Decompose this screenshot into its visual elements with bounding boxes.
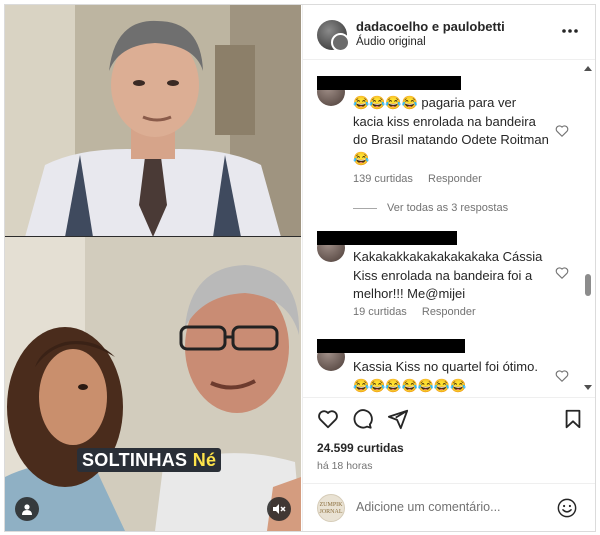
more-options-icon[interactable]	[560, 23, 580, 39]
share-icon[interactable]	[387, 408, 409, 430]
add-comment-bar: ZUMPIK JORNAL	[303, 483, 595, 531]
man-in-suit-illustration	[5, 5, 301, 237]
comments-list[interactable]: 😂😂😂😂 pagaria para ver kacia kiss enrolad…	[303, 60, 595, 396]
scroll-thumb[interactable]	[585, 274, 591, 296]
author-avatar[interactable]	[317, 20, 350, 52]
like-count[interactable]: 24.599 curtidas	[317, 441, 404, 455]
audio-label[interactable]: Áudio original	[356, 36, 426, 48]
post-modal: SOLTINHAS Né dadacoelho e paulobetti Áud…	[4, 4, 596, 532]
post-header: dadacoelho e paulobetti Áudio original	[303, 5, 595, 60]
heart-icon[interactable]	[555, 369, 569, 383]
heart-icon[interactable]	[317, 408, 339, 430]
redacted-username	[317, 339, 465, 353]
redacted-username	[317, 231, 457, 245]
caption-text: SOLTINHAS	[82, 450, 188, 470]
post-details-panel: dadacoelho e paulobetti Áudio original 😂…	[302, 5, 595, 531]
view-replies-label: Ver todas as 3 respostas	[387, 202, 509, 214]
bookmark-icon[interactable]	[562, 408, 584, 430]
reply-button[interactable]: Responder	[422, 306, 476, 318]
caption-highlight-text: Né	[192, 450, 217, 470]
mute-button[interactable]	[267, 497, 291, 521]
author-username[interactable]: dadacoelho e paulobetti	[356, 19, 505, 34]
comment-text: 😂😂😂😂 pagaria para ver kacia kiss enrolad…	[353, 95, 549, 166]
comment-meta: 19 curtidas Responder	[353, 306, 488, 318]
video-frame-bottom	[5, 237, 301, 531]
muted-speaker-icon	[273, 504, 286, 514]
comment-like-count[interactable]: 139 curtidas	[353, 173, 413, 185]
redacted-username	[317, 76, 461, 90]
video-player[interactable]: SOLTINHAS Né	[5, 5, 301, 531]
comment-like-count[interactable]: 19 curtidas	[353, 306, 407, 318]
heart-icon[interactable]	[555, 266, 569, 280]
comments-scrollbar[interactable]	[584, 66, 592, 391]
heart-icon[interactable]	[555, 124, 569, 138]
view-replies-button[interactable]: Ver todas as 3 respostas	[353, 202, 508, 214]
post-actions: 24.599 curtidas há 18 horas	[303, 397, 595, 484]
video-caption: SOLTINHAS Né	[77, 448, 222, 472]
replies-line	[353, 207, 377, 209]
emoji-icon[interactable]	[557, 498, 577, 518]
comment-text: Kassia Kiss no quartel foi ótimo. 😂😂😂😂😂😂…	[353, 359, 538, 393]
scroll-up-arrow-icon[interactable]	[584, 66, 592, 71]
post-timestamp[interactable]: há 18 horas	[317, 460, 372, 472]
comment-text: Kakakakkakakakakakaka Cássia Kiss enrola…	[353, 249, 543, 301]
co-author-avatar	[331, 33, 350, 52]
tagged-users-button[interactable]	[15, 497, 39, 521]
comment-meta: 139 curtidas Responder	[353, 173, 494, 185]
comment-input[interactable]	[356, 500, 536, 514]
video-frame-top	[5, 5, 301, 237]
user-tag-icon	[22, 504, 32, 515]
comment-icon[interactable]	[351, 408, 373, 430]
current-user-avatar: ZUMPIK JORNAL	[317, 494, 345, 522]
scroll-down-arrow-icon[interactable]	[584, 385, 592, 390]
reply-button[interactable]: Responder	[428, 173, 482, 185]
couple-talking-illustration	[5, 237, 301, 531]
